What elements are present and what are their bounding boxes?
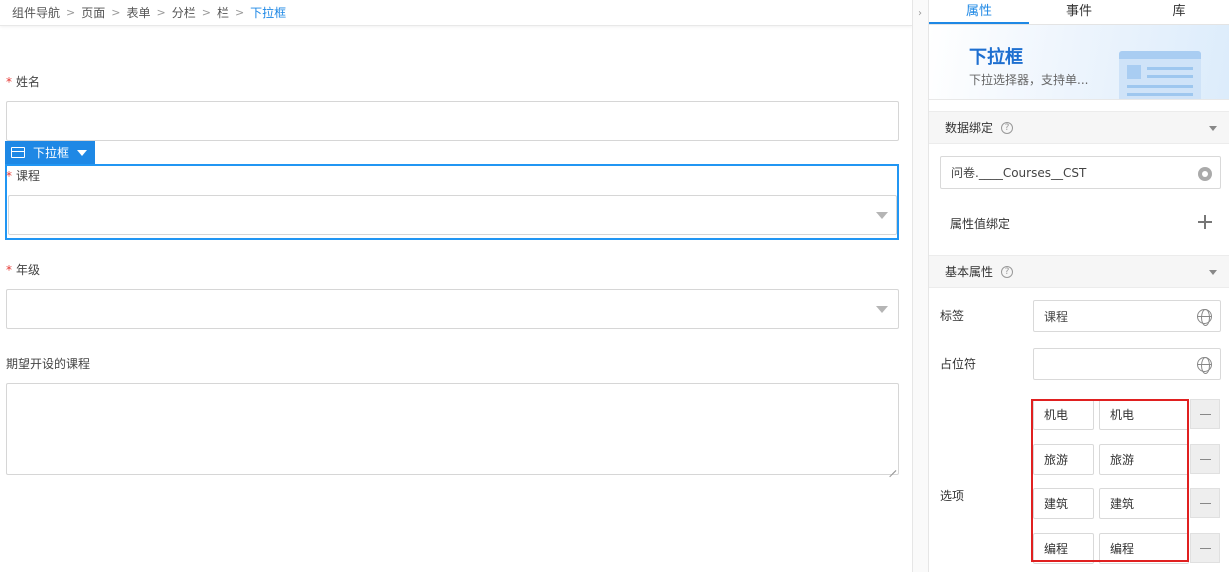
tab-library[interactable]: 库 <box>1129 0 1229 24</box>
breadcrumb: 组件导航 > 页面 > 表单 > 分栏 > 栏 > 下拉框 <box>0 0 912 26</box>
minus-icon[interactable] <box>1190 444 1220 474</box>
panel-collapse-strip[interactable]: › <box>912 0 929 572</box>
breadcrumb-item[interactable]: 表单 <box>126 4 150 21</box>
tab-events[interactable]: 事件 <box>1029 0 1129 24</box>
plus-icon[interactable] <box>1198 215 1212 229</box>
course-label-text: 课程 <box>16 169 41 183</box>
form-canvas: 组件导航 > 页面 > 表单 > 分栏 > 栏 > 下拉框 * 姓名 下拉框 * 课… <box>0 0 912 572</box>
component-illustration-icon <box>1119 51 1201 99</box>
component-title: 下拉框 <box>969 47 1023 68</box>
selected-component-tag[interactable]: 下拉框 <box>5 141 95 164</box>
chevron-right-icon: > <box>156 6 166 19</box>
course-select[interactable] <box>8 195 897 235</box>
chevron-right-icon: > <box>234 6 245 19</box>
expected-course-textarea[interactable] <box>6 383 899 475</box>
breadcrumb-item[interactable]: 栏 <box>217 4 229 21</box>
placeholder-prop-label: 占位符 <box>940 357 977 371</box>
globe-icon[interactable] <box>1197 309 1212 326</box>
grade-label-text: 年级 <box>16 263 41 277</box>
basic-props-title: 基本属性 <box>945 265 994 279</box>
expected-course-label: 期望开设的课程 <box>6 357 91 371</box>
grade-select[interactable] <box>6 289 899 329</box>
chevron-right-icon[interactable]: › <box>918 8 922 19</box>
minus-icon[interactable] <box>1190 488 1220 518</box>
attr-binding-label: 属性值绑定 <box>950 217 1011 231</box>
gear-icon[interactable] <box>1198 167 1212 181</box>
placeholder-prop-input[interactable] <box>1033 348 1221 380</box>
name-input[interactable] <box>6 101 899 141</box>
required-mark: * <box>6 169 12 183</box>
chevron-right-icon: > <box>201 6 211 19</box>
name-label: * 姓名 <box>6 73 40 90</box>
label-prop-label: 标签 <box>940 309 965 323</box>
name-label-text: 姓名 <box>16 75 41 89</box>
tab-properties[interactable]: 属性 <box>929 0 1029 24</box>
component-hero: 下拉框 下拉选择器，支持单... <box>929 25 1229 100</box>
dropdown-caret-icon <box>876 212 888 219</box>
dropdown-caret-icon[interactable] <box>77 149 88 156</box>
data-binding-title: 数据绑定 <box>945 121 994 135</box>
breadcrumb-item[interactable]: 分栏 <box>172 4 196 21</box>
chevron-right-icon: > <box>66 6 76 19</box>
course-label: * 课程 <box>6 167 40 184</box>
property-panel: 属性 事件 库 下拉框 下拉选择器，支持单... 数据绑定 ? 问卷.____C… <box>929 0 1229 572</box>
help-icon[interactable]: ? <box>1001 265 1014 278</box>
data-binding-header[interactable]: 数据绑定 ? <box>929 111 1229 144</box>
globe-icon[interactable] <box>1197 357 1212 374</box>
required-mark: * <box>6 75 12 89</box>
chevron-down-icon[interactable] <box>1209 126 1217 131</box>
chevron-down-icon[interactable] <box>1209 270 1217 275</box>
grade-label: * 年级 <box>6 261 40 278</box>
label-prop-value: 课程 <box>1044 309 1069 324</box>
panel-tabs: 属性 事件 库 <box>929 0 1229 25</box>
breadcrumb-item[interactable]: 组件导航 <box>12 4 60 21</box>
breadcrumb-item[interactable]: 页面 <box>81 4 105 21</box>
minus-icon[interactable] <box>1190 533 1220 563</box>
component-description: 下拉选择器，支持单... <box>969 73 1089 87</box>
selected-component-name: 下拉框 <box>33 146 70 160</box>
breadcrumb-current: 下拉框 <box>250 6 287 20</box>
options-highlight-box <box>1031 399 1189 562</box>
data-binding-value: 问卷.____Courses__CST <box>951 166 1087 180</box>
data-binding-field[interactable]: 问卷.____Courses__CST <box>940 156 1221 189</box>
chevron-right-icon: > <box>111 6 121 19</box>
options-prop-label: 选项 <box>940 489 965 503</box>
basic-props-header[interactable]: 基本属性 ? <box>929 255 1229 288</box>
dropdown-caret-icon <box>876 306 888 313</box>
required-mark: * <box>6 263 12 277</box>
label-prop-input[interactable]: 课程 <box>1033 300 1221 332</box>
minus-icon[interactable] <box>1190 399 1220 429</box>
select-component-icon <box>11 147 25 158</box>
resize-handle-icon[interactable] <box>888 464 896 472</box>
help-icon[interactable]: ? <box>1001 121 1014 134</box>
